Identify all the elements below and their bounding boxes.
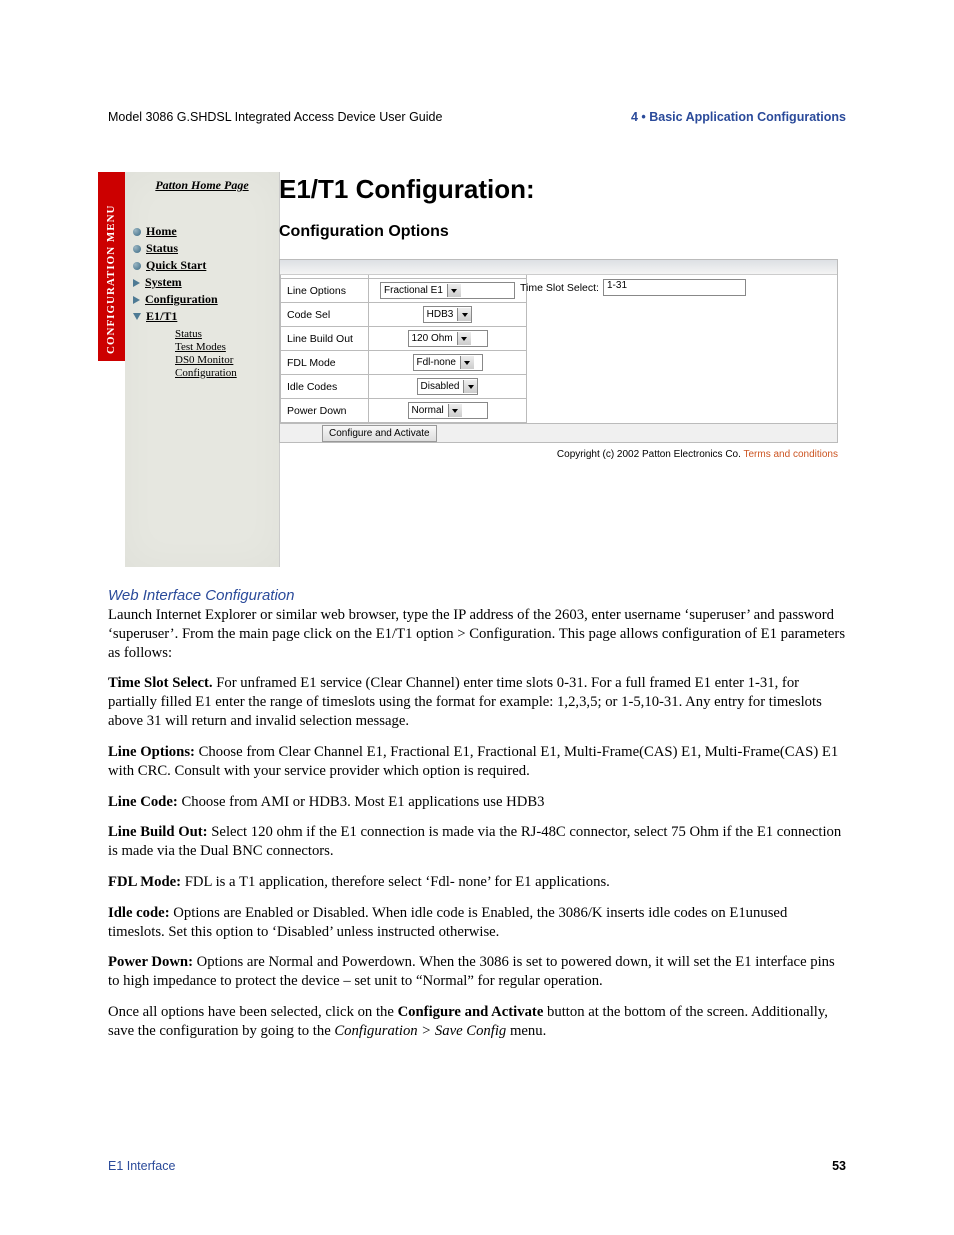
content-heading: E1/T1 Configuration:	[279, 174, 838, 205]
row-label: Payload Rate	[281, 260, 369, 279]
row-label: Line Options	[281, 279, 369, 303]
config-content-panel: E1/T1 Configuration: Configuration Optio…	[279, 172, 838, 460]
nav-menu-title[interactable]: Patton Home Page	[125, 172, 279, 223]
header-left: Model 3086 G.SHDSL Integrated Access Dev…	[108, 110, 442, 124]
row-label: Code Sel	[281, 303, 369, 327]
bullet-icon	[133, 262, 141, 270]
nav-subitem-configuration[interactable]: Configuration	[175, 366, 279, 379]
payload-rate-value: 1984K(31)	[369, 260, 527, 279]
time-slot-select-input[interactable]: 1-31	[603, 279, 746, 296]
paragraph: Idle code: Options are Enabled or Disabl…	[108, 904, 846, 942]
fdl-mode-select[interactable]: Fdl-none	[413, 354, 483, 371]
paragraph: FDL Mode: FDL is a T1 application, there…	[108, 873, 846, 892]
chevron-down-icon	[447, 284, 461, 297]
bullet-icon	[133, 245, 141, 253]
paragraph: Line Code: Choose from AMI or HDB3. Most…	[108, 793, 846, 812]
chevron-down-icon	[460, 356, 474, 369]
paragraph: Time Slot Select. For unframed E1 servic…	[108, 674, 846, 730]
paragraph: Launch Internet Explorer or similar web …	[108, 606, 846, 662]
nav-subitem-status[interactable]: Status	[175, 327, 279, 340]
button-bar: Configure and Activate	[279, 424, 838, 443]
paragraph: Line Options: Choose from Clear Channel …	[108, 743, 846, 781]
nav-item-configuration[interactable]: Configuration	[133, 291, 279, 308]
table-row: Payload Rate 1984K(31)	[281, 260, 527, 279]
body-text: Launch Internet Explorer or similar web …	[108, 606, 846, 1041]
power-down-select[interactable]: Normal	[408, 402, 488, 419]
terms-link[interactable]: Terms and conditions	[744, 449, 839, 460]
nav-subitem-test-modes[interactable]: Test Modes	[175, 340, 279, 353]
options-box: Payload Rate 1984K(31) Line Options Frac…	[279, 259, 838, 424]
table-row: Line Build Out 120 Ohm	[281, 327, 527, 351]
section-title: Web Interface Configuration	[108, 587, 846, 604]
code-sel-select[interactable]: HDB3	[423, 306, 473, 323]
row-label: Idle Codes	[281, 375, 369, 399]
paragraph: Line Build Out: Select 120 ohm if the E1…	[108, 823, 846, 861]
table-row: FDL Mode Fdl-none	[281, 351, 527, 375]
table-row: Idle Codes Disabled	[281, 375, 527, 399]
row-label: Line Build Out	[281, 327, 369, 351]
footer-left: E1 Interface	[108, 1159, 175, 1173]
copyright-line: Copyright (c) 2002 Patton Electronics Co…	[279, 443, 838, 460]
table-row: Power Down Normal	[281, 399, 527, 423]
row-label: FDL Mode	[281, 351, 369, 375]
paragraph: Once all options have been selected, cli…	[108, 1003, 846, 1041]
line-options-select[interactable]: Fractional E1	[380, 282, 515, 299]
triangle-right-icon	[133, 296, 140, 304]
chevron-down-icon	[448, 404, 462, 417]
content-subheading: Configuration Options	[279, 223, 838, 241]
config-menu-strip: CONFIGURATION MENU	[98, 172, 125, 361]
configure-activate-button[interactable]: Configure and Activate	[322, 425, 437, 442]
table-row: Line Options Fractional E1	[281, 279, 527, 303]
options-table: Payload Rate 1984K(31) Line Options Frac…	[280, 259, 527, 423]
table-row: Code Sel HDB3	[281, 303, 527, 327]
page-footer: E1 Interface 53	[108, 1159, 846, 1173]
embedded-screenshot: CONFIGURATION MENU Patton Home Page Home…	[98, 172, 838, 567]
row-label: Power Down	[281, 399, 369, 423]
paragraph: Power Down: Options are Normal and Power…	[108, 953, 846, 991]
line-build-out-select[interactable]: 120 Ohm	[408, 330, 488, 347]
triangle-down-icon	[133, 313, 141, 320]
nav-menu-panel: Patton Home Page Home Status Quick Start…	[125, 172, 280, 567]
page-header: Model 3086 G.SHDSL Integrated Access Dev…	[108, 110, 846, 124]
nav-item-system[interactable]: System	[133, 274, 279, 291]
page-number: 53	[832, 1159, 846, 1173]
time-slot-select-label: Time Slot Select:	[520, 282, 599, 294]
chevron-down-icon	[463, 380, 477, 393]
chevron-down-icon	[457, 308, 471, 321]
bullet-icon	[133, 228, 141, 236]
nav-item-home[interactable]: Home	[133, 223, 279, 240]
idle-codes-select[interactable]: Disabled	[417, 378, 479, 395]
triangle-right-icon	[133, 279, 140, 287]
nav-subitem-ds0-monitor[interactable]: DS0 Monitor	[175, 353, 279, 366]
header-right: 4 • Basic Application Configurations	[631, 110, 846, 124]
config-menu-label: CONFIGURATION MENU	[105, 205, 117, 355]
chevron-down-icon	[457, 332, 471, 345]
nav-item-e1t1[interactable]: E1/T1	[133, 308, 279, 325]
time-slot-select-group: Time Slot Select: 1-31	[520, 279, 746, 296]
nav-item-quick-start[interactable]: Quick Start	[133, 257, 279, 274]
nav-item-status[interactable]: Status	[133, 240, 279, 257]
